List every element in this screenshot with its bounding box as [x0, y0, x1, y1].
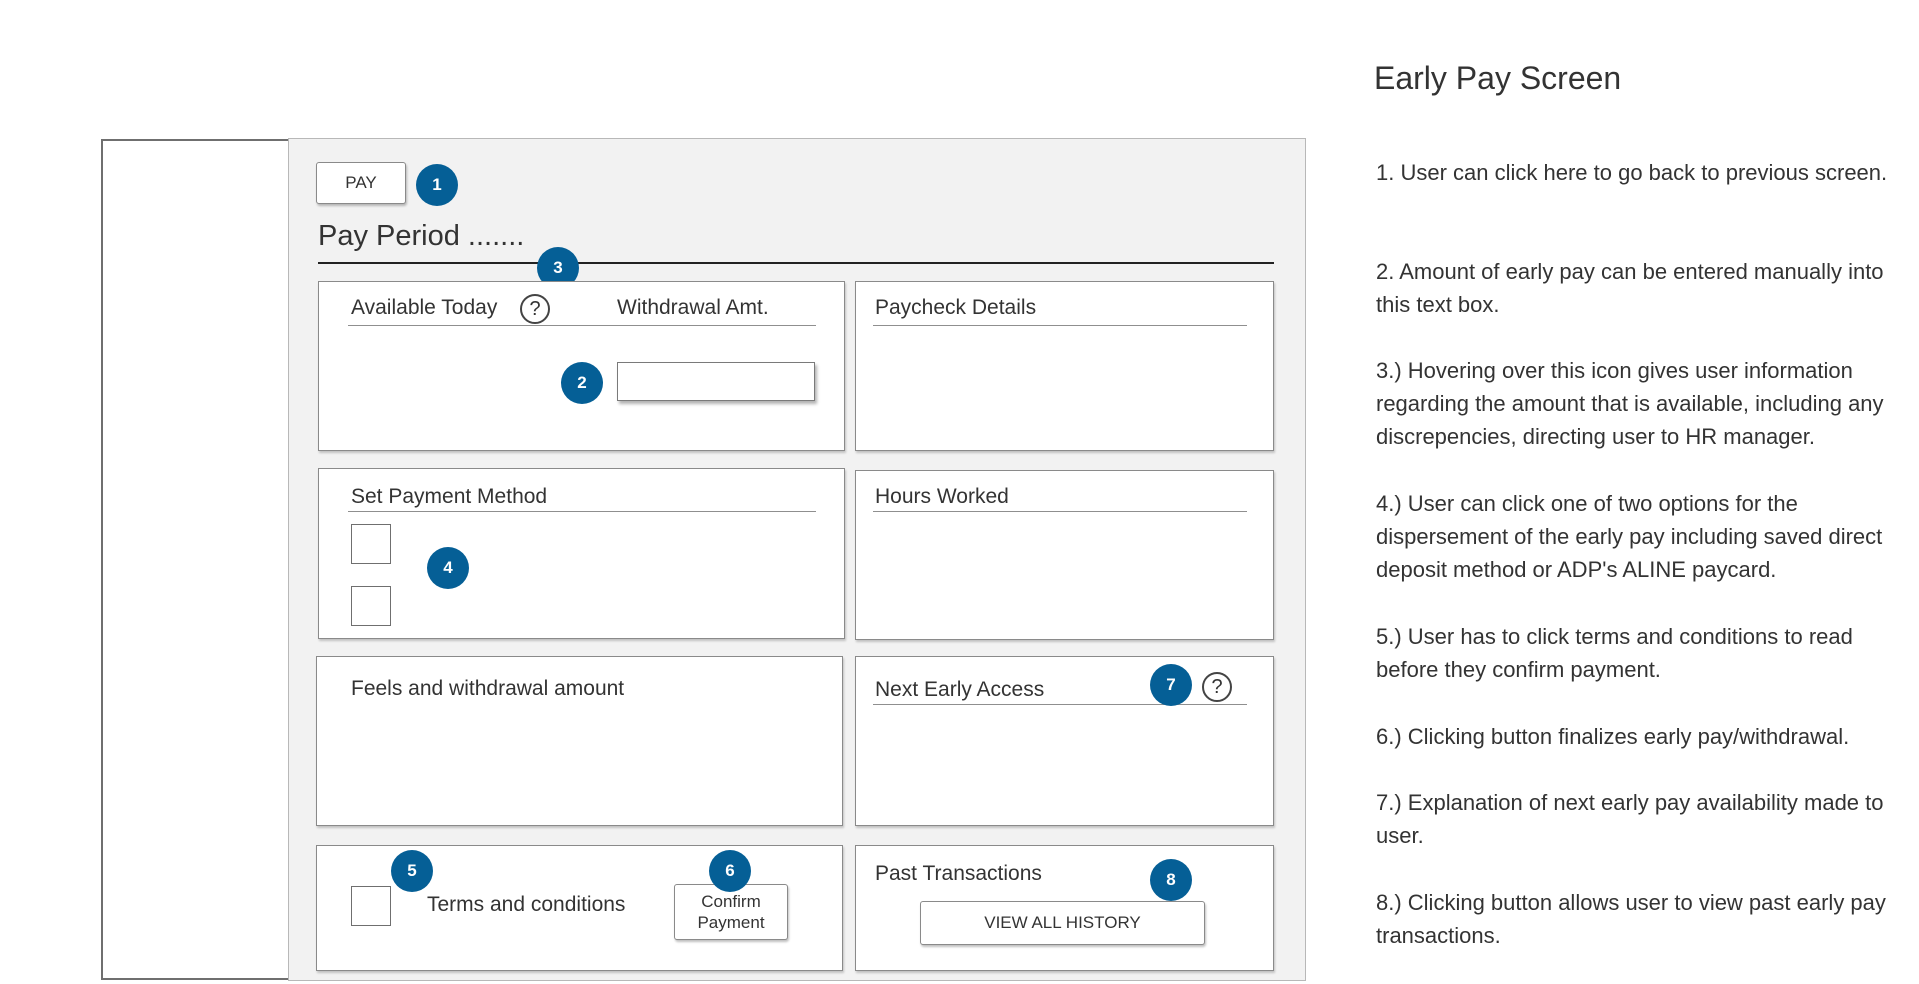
- set-payment-method-label: Set Payment Method: [351, 485, 548, 508]
- pay-period-divider: [318, 262, 1274, 264]
- badge-2: 2: [561, 362, 603, 404]
- view-all-history-button[interactable]: VIEW ALL HISTORY: [920, 901, 1205, 945]
- help-icon-glyph: ?: [1211, 675, 1223, 698]
- available-today-rule: [348, 325, 816, 326]
- paycheck-details-label: Paycheck Details: [875, 296, 1037, 319]
- paycheck-details-rule: [873, 325, 1247, 326]
- note-4: 4.) User can click one of two options fo…: [1376, 491, 1883, 582]
- terms-checkbox[interactable]: [351, 886, 391, 926]
- view-all-history-label: VIEW ALL HISTORY: [984, 913, 1141, 933]
- withdrawal-amt-label: Withdrawal Amt.: [617, 296, 769, 319]
- badge-8: 8: [1150, 859, 1192, 901]
- fees-withdrawal-label: Feels and withdrawal amount: [351, 677, 625, 700]
- notes-title: Early Pay Screen: [1374, 60, 1622, 96]
- next-early-access-help-icon[interactable]: ?: [1202, 672, 1232, 702]
- badge-1: 1: [416, 164, 458, 206]
- note-1: 1. User can click here to go back to pre…: [1376, 160, 1888, 185]
- next-early-access-label: Next Early Access: [875, 678, 1045, 701]
- confirm-payment-button[interactable]: Confirm Payment: [674, 884, 788, 940]
- confirm-payment-line1: Confirm: [701, 891, 761, 911]
- pay-period-title: Pay Period .......: [318, 220, 525, 252]
- note-7: 7.) Explanation of next early pay availa…: [1376, 790, 1884, 848]
- pay-back-button[interactable]: PAY: [316, 162, 406, 204]
- hours-worked-rule: [873, 511, 1247, 512]
- confirm-payment-line2: Payment: [697, 913, 765, 932]
- withdrawal-amount-input[interactable]: [617, 362, 815, 401]
- direct-deposit-checkbox[interactable]: [351, 524, 391, 564]
- paycard-checkbox[interactable]: [351, 586, 391, 626]
- past-transactions-label: Past Transactions: [875, 862, 1042, 885]
- next-early-access-rule: [873, 704, 1247, 705]
- help-icon-glyph: ?: [529, 297, 541, 320]
- note-3: 3.) Hovering over this icon gives user i…: [1376, 358, 1884, 449]
- note-5: 5.) User has to click terms and conditio…: [1376, 624, 1853, 682]
- badge-5: 5: [391, 850, 433, 892]
- available-today-help-icon[interactable]: ?: [520, 294, 550, 324]
- note-6: 6.) Clicking button finalizes early pay/…: [1376, 724, 1850, 749]
- badge-7: 7: [1150, 664, 1192, 706]
- terms-conditions-link[interactable]: Terms and conditions: [427, 893, 625, 917]
- hours-worked-label: Hours Worked: [875, 485, 1009, 508]
- badge-6: 6: [709, 850, 751, 892]
- available-today-label: Available Today: [351, 296, 498, 319]
- note-8: 8.) Clicking button allows user to view …: [1376, 890, 1886, 948]
- set-payment-method-rule: [348, 511, 816, 512]
- note-2: 2. Amount of early pay can be entered ma…: [1376, 259, 1884, 317]
- side-panel: [101, 139, 290, 980]
- badge-4: 4: [427, 547, 469, 589]
- pay-back-button-label: PAY: [345, 173, 377, 193]
